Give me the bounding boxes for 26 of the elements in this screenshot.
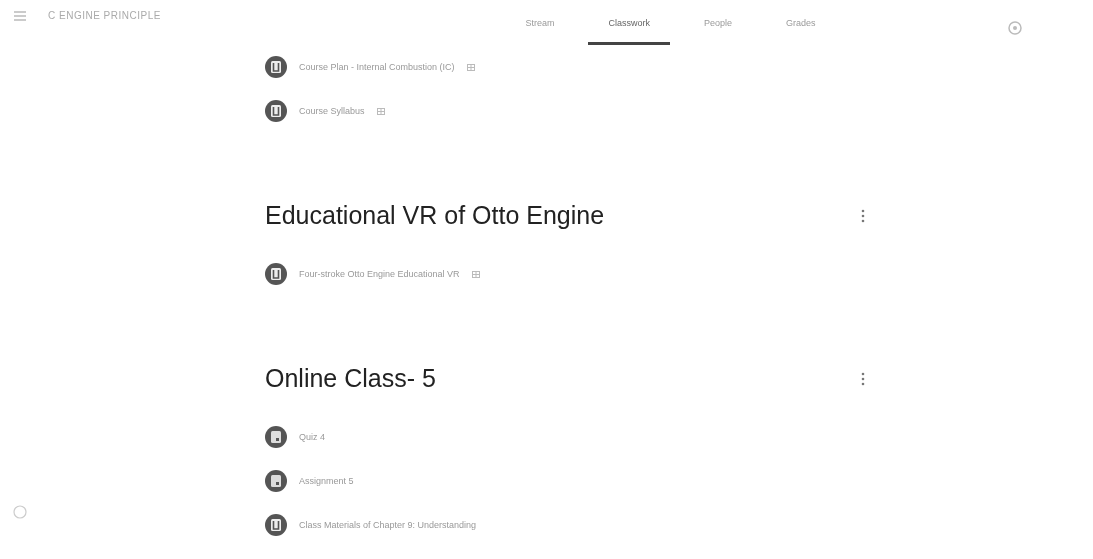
tab[interactable]: Stream: [505, 12, 575, 45]
more-options-icon[interactable]: [861, 208, 865, 223]
topic-title: Educational VR of Otto Engine: [265, 201, 605, 230]
material-icon: [265, 263, 287, 285]
material-icon: [265, 100, 287, 122]
item-title[interactable]: Class Materials of Chapter 9: Understanding: [299, 520, 477, 530]
item-title[interactable]: Assignment 5: [299, 476, 354, 486]
item-title[interactable]: Quiz 4: [299, 432, 325, 442]
tab[interactable]: Grades: [766, 12, 836, 45]
tab[interactable]: People: [684, 12, 752, 45]
class-title: C ENGINE PRINCIPLE: [48, 10, 161, 21]
more-options-icon[interactable]: [861, 371, 865, 386]
attachment-icon: [376, 107, 385, 115]
topic-title: Online Class- 5: [265, 364, 436, 393]
assignment-icon: [265, 470, 287, 492]
attachment-icon: [471, 270, 480, 278]
attachment-icon: [466, 63, 475, 71]
material-icon: [265, 514, 287, 536]
tab[interactable]: Classwork: [588, 12, 670, 45]
settings-icon[interactable]: [1007, 20, 1023, 36]
menu-icon[interactable]: [14, 10, 26, 21]
assignment-icon: [265, 426, 287, 448]
item-title[interactable]: Course Syllabus: [299, 106, 365, 116]
item-title[interactable]: Course Plan - Internal Combustion (IC): [299, 62, 455, 72]
material-icon: [265, 56, 287, 78]
item-title[interactable]: Four-stroke Otto Engine Educational VR: [299, 269, 460, 279]
